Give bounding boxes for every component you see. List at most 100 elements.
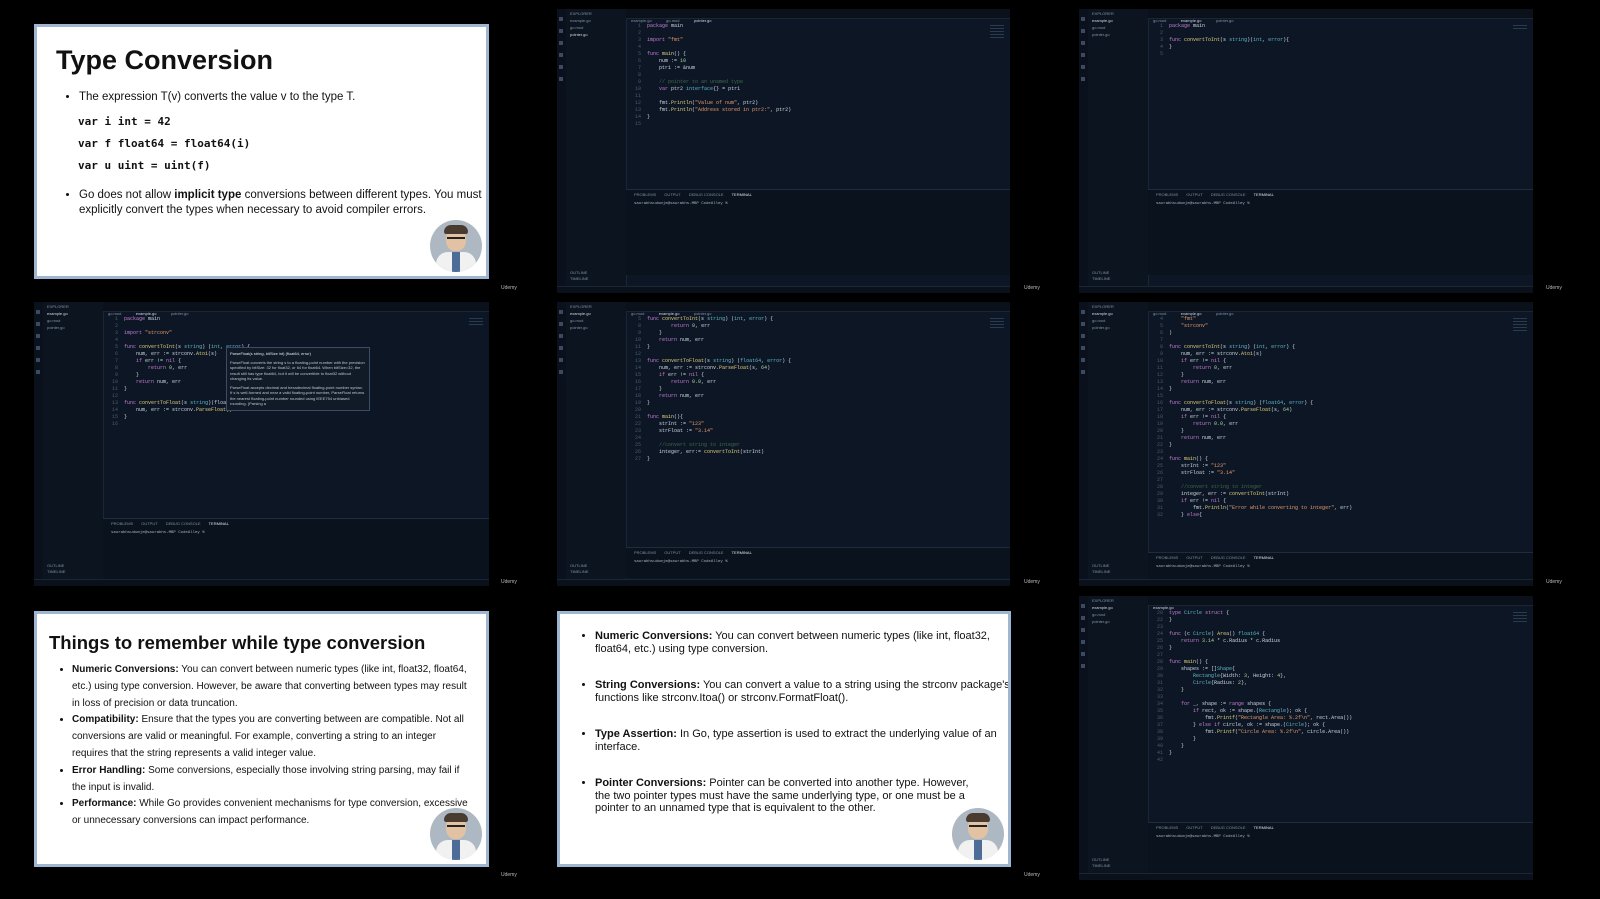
- tooltip-signature: ParseFloat(s string, bitSize int) (float…: [230, 351, 311, 356]
- file-item[interactable]: example.go: [47, 311, 99, 316]
- tab-problems[interactable]: PROBLEMS: [1156, 825, 1178, 830]
- code-area[interactable]: 1 package main 2 3 import "fmt" 4 5 func ma…: [629, 23, 791, 128]
- outline-section[interactable]: OUTLINE: [570, 563, 587, 568]
- timeline-section[interactable]: TIMELINE: [570, 276, 588, 281]
- file-item[interactable]: go.mod: [1092, 25, 1144, 30]
- file-item[interactable]: go.mod: [47, 318, 99, 323]
- terminal-prompt[interactable]: saurabhsudumje@saurabhs-MBP CodeAlley %: [626, 557, 1010, 567]
- file-item[interactable]: pointer.go: [1092, 32, 1144, 37]
- tab-problems[interactable]: PROBLEMS: [1156, 555, 1178, 560]
- code-line: var i int = 42: [78, 115, 171, 128]
- file-item[interactable]: example.go: [570, 18, 622, 23]
- outline-section[interactable]: OUTLINE: [47, 563, 64, 568]
- file-item[interactable]: go.mod: [1092, 318, 1144, 323]
- terminal-panel: PROBLEMS OUTPUT DEBUG CONSOLE TERMINAL saur…: [1148, 552, 1533, 579]
- outline-section[interactable]: OUTLINE: [1092, 563, 1109, 568]
- tab-terminal[interactable]: TERMINAL: [732, 192, 752, 197]
- file-item[interactable]: go.mod: [1092, 612, 1144, 617]
- activity-bar[interactable]: [1079, 302, 1088, 586]
- hover-tooltip: ParseFloat(s string, bitSize int) (float…: [226, 347, 370, 411]
- code-area[interactable]: 1 package main 2 3 func convertToInt(s str…: [1151, 23, 1289, 58]
- udemy-logo: Udemy: [501, 285, 517, 291]
- tab-debug[interactable]: DEBUG CONSOLE: [166, 521, 201, 526]
- udemy-logo: Udemy: [501, 579, 517, 585]
- minimap[interactable]: [1513, 610, 1527, 650]
- bullet-item: Error Handling: Some conversions, especi…: [72, 763, 472, 797]
- tab-debug[interactable]: DEBUG CONSOLE: [1211, 825, 1246, 830]
- timeline-section[interactable]: TIMELINE: [47, 569, 65, 574]
- tab-debug[interactable]: DEBUG CONSOLE: [689, 550, 724, 555]
- file-item[interactable]: example.go: [1092, 605, 1144, 610]
- status-bar: [1079, 286, 1533, 293]
- file-item[interactable]: pointer.go: [47, 325, 99, 330]
- tab-output[interactable]: OUTPUT: [1186, 555, 1202, 560]
- minimap[interactable]: [1513, 316, 1527, 356]
- tab-debug[interactable]: DEBUG CONSOLE: [1211, 555, 1246, 560]
- tab-output[interactable]: OUTPUT: [1186, 825, 1202, 830]
- outline-section[interactable]: OUTLINE: [1092, 270, 1109, 275]
- explorer-title: EXPLORER: [570, 304, 592, 309]
- terminal-prompt[interactable]: saurabhsudumje@saurabhs-MBP CodeAlley %: [1148, 832, 1533, 842]
- activity-bar[interactable]: [1079, 596, 1088, 880]
- tab-output[interactable]: OUTPUT: [1186, 192, 1202, 197]
- tab-terminal[interactable]: TERMINAL: [1254, 555, 1274, 560]
- file-item[interactable]: example.go: [1092, 311, 1144, 316]
- tab-debug[interactable]: DEBUG CONSOLE: [1211, 192, 1246, 197]
- terminal-panel: PROBLEMS OUTPUT DEBUG CONSOLE TERMINAL saur…: [626, 189, 1010, 275]
- activity-bar[interactable]: [34, 302, 43, 586]
- bullet-item: Type Assertion: In Go, type assertion is…: [595, 728, 1008, 753]
- file-item[interactable]: pointer.go: [570, 32, 622, 37]
- file-item[interactable]: pointer.go: [570, 325, 622, 330]
- tab-debug[interactable]: DEBUG CONSOLE: [689, 192, 724, 197]
- tab-problems[interactable]: PROBLEMS: [634, 550, 656, 555]
- instructor-avatar: [952, 808, 1004, 860]
- tab-terminal[interactable]: TERMINAL: [1254, 192, 1274, 197]
- timeline-section[interactable]: TIMELINE: [1092, 276, 1110, 281]
- tab-output[interactable]: OUTPUT: [664, 192, 680, 197]
- tab-problems[interactable]: PROBLEMS: [1156, 192, 1178, 197]
- slide-title: Things to remember while type conversion: [49, 632, 426, 653]
- instructor-avatar: [430, 808, 482, 860]
- code-area[interactable]: 4 "fmt" 5 "strconv" 6) 7 8 func convertTo…: [1151, 316, 1352, 519]
- terminal-prompt[interactable]: saurabhsudumje@saurabhs-MBP CodeAlley %: [1148, 199, 1533, 209]
- terminal-prompt[interactable]: saurabhsudumje@saurabhs-MBP CodeAlley %: [1148, 562, 1533, 572]
- bullet-item: Compatibility: Ensure that the types you…: [72, 712, 472, 762]
- minimap[interactable]: [469, 316, 483, 356]
- minimap[interactable]: [990, 316, 1004, 356]
- minimap[interactable]: [1513, 23, 1527, 63]
- outline-section[interactable]: OUTLINE: [1092, 857, 1109, 862]
- file-item[interactable]: pointer.go: [1092, 619, 1144, 624]
- editor-tabs: go.mod example.go pointer.go: [103, 302, 489, 316]
- tab-terminal[interactable]: TERMINAL: [209, 521, 229, 526]
- tab-problems[interactable]: PROBLEMS: [634, 192, 656, 197]
- terminal-prompt[interactable]: saurabhsudumje@saurabhs-MBP CodeAlley %: [103, 528, 489, 538]
- file-item[interactable]: example.go: [570, 311, 622, 316]
- activity-bar[interactable]: [557, 9, 566, 293]
- editor-pointer-go: EXPLORER example.go go.mod pointer.go OU…: [557, 9, 1010, 293]
- tab-problems[interactable]: PROBLEMS: [111, 521, 133, 526]
- activity-bar[interactable]: [557, 302, 566, 586]
- timeline-section[interactable]: TIMELINE: [570, 569, 588, 574]
- code-area[interactable]: 5 func convertToInt(s string) (int, error…: [629, 316, 791, 463]
- activity-bar[interactable]: [1079, 9, 1088, 293]
- explorer-title: EXPLORER: [1092, 598, 1114, 603]
- file-item[interactable]: go.mod: [570, 318, 622, 323]
- tab-terminal[interactable]: TERMINAL: [732, 550, 752, 555]
- instructor-avatar: [430, 220, 482, 272]
- code-area[interactable]: 20 type Circle struct { 22} 23 24 func (c …: [1151, 610, 1352, 764]
- file-item[interactable]: pointer.go: [1092, 325, 1144, 330]
- status-bar: [557, 579, 1010, 586]
- editor-example-go-2: EXPLORER example.go go.mod pointer.go OU…: [557, 302, 1010, 586]
- tab-output[interactable]: OUTPUT: [141, 521, 157, 526]
- udemy-logo: Udemy: [1546, 579, 1562, 585]
- file-item[interactable]: go.mod: [570, 25, 622, 30]
- minimap[interactable]: [990, 23, 1004, 63]
- tab-output[interactable]: OUTPUT: [664, 550, 680, 555]
- outline-section[interactable]: OUTLINE: [570, 270, 587, 275]
- timeline-section[interactable]: TIMELINE: [1092, 569, 1110, 574]
- file-item[interactable]: example.go: [1092, 18, 1144, 23]
- terminal-prompt[interactable]: saurabhsudumje@saurabhs-MBP CodeAlley %: [626, 199, 1010, 209]
- timeline-section[interactable]: TIMELINE: [1092, 863, 1110, 868]
- tab-terminal[interactable]: TERMINAL: [1254, 825, 1274, 830]
- terminal-panel: PROBLEMS OUTPUT DEBUG CONSOLE TERMINAL saur…: [1148, 189, 1533, 275]
